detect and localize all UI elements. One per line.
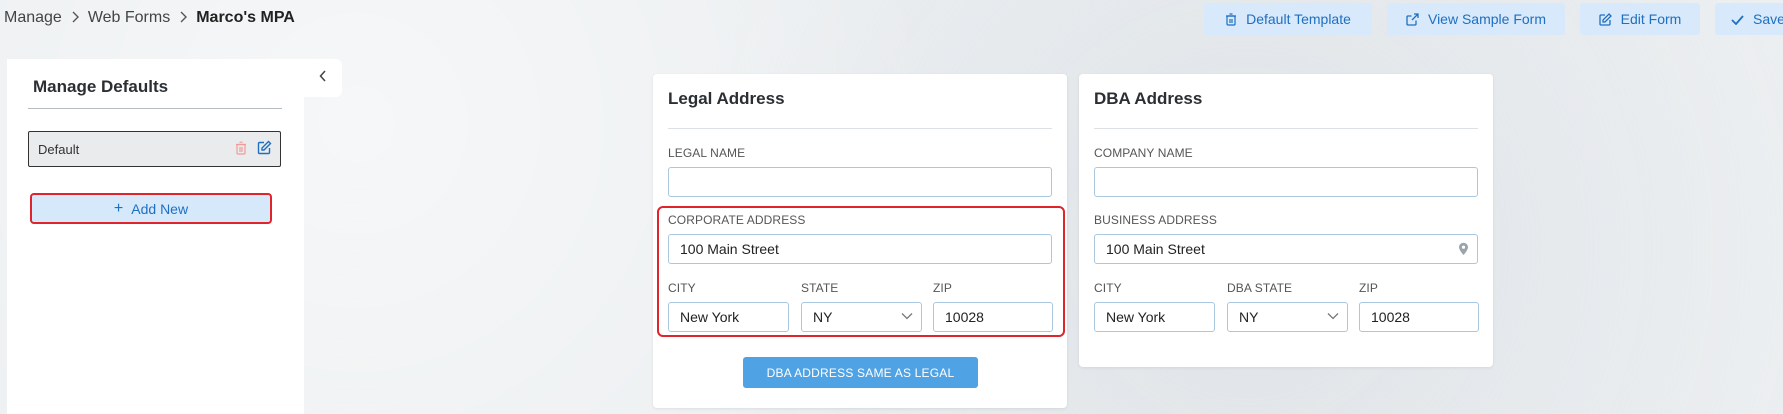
- legal-name-input[interactable]: [668, 167, 1052, 197]
- edit-icon: [1599, 12, 1612, 26]
- breadcrumb-current: Marco's MPA: [196, 9, 295, 26]
- chevron-right-icon: [71, 10, 79, 26]
- dba-city-label: CITY: [1094, 281, 1122, 295]
- card-divider: [668, 128, 1052, 129]
- default-template-label: Default Template: [1246, 11, 1351, 27]
- add-new-button[interactable]: + Add New: [30, 193, 272, 224]
- breadcrumb-item-web-forms[interactable]: Web Forms: [88, 9, 170, 27]
- dba-state-label: DBA STATE: [1227, 281, 1293, 295]
- top-toolbar: Default Template View Sample Form Edit F…: [1204, 3, 1783, 35]
- sidebar-item-default[interactable]: Default: [28, 131, 281, 167]
- edit-form-label: Edit Form: [1620, 11, 1682, 27]
- dba-zip-label: ZIP: [1359, 281, 1378, 295]
- save-button[interactable]: Save: [1715, 3, 1783, 35]
- business-address-input[interactable]: 100 Main Street: [1094, 234, 1478, 264]
- company-name-input[interactable]: [1094, 167, 1478, 197]
- zip-input[interactable]: 10028: [933, 302, 1053, 332]
- trash-icon: [1225, 12, 1237, 26]
- dba-state-select[interactable]: NY: [1227, 302, 1348, 332]
- sidebar-divider: [28, 108, 282, 109]
- trash-icon[interactable]: [235, 141, 247, 155]
- plus-icon: +: [113, 199, 124, 217]
- business-address-label: BUSINESS ADDRESS: [1094, 213, 1217, 227]
- breadcrumb-item-manage[interactable]: Manage: [4, 9, 62, 27]
- dba-state-value: NY: [1239, 309, 1259, 325]
- view-sample-form-label: View Sample Form: [1427, 11, 1546, 27]
- state-value: NY: [813, 309, 833, 325]
- city-input[interactable]: New York: [668, 302, 789, 332]
- chevron-down-icon: [901, 312, 913, 320]
- legal-name-label: LEGAL NAME: [668, 146, 746, 160]
- state-select[interactable]: NY: [801, 302, 922, 332]
- view-sample-form-button[interactable]: View Sample Form: [1387, 3, 1565, 35]
- dba-address-card: DBA Address COMPANY NAME BUSINESS ADDRES…: [1079, 74, 1493, 367]
- default-template-button[interactable]: Default Template: [1204, 3, 1372, 35]
- check-icon: [1731, 14, 1744, 25]
- manage-defaults-sidebar: Manage Defaults Default + Add New: [7, 59, 304, 414]
- company-name-label: COMPANY NAME: [1094, 146, 1193, 160]
- legal-address-title: Legal Address: [668, 89, 785, 108]
- sidebar-title: Manage Defaults: [33, 77, 169, 96]
- business-address-value: 100 Main Street: [1106, 241, 1205, 257]
- corporate-address-input[interactable]: 100 Main Street: [668, 234, 1052, 264]
- breadcrumb: Manage Web Forms Marco's MPA: [4, 9, 295, 27]
- collapse-sidebar-button[interactable]: [304, 59, 342, 97]
- external-link-icon: [1406, 12, 1419, 26]
- sidebar-item-label: Default: [38, 141, 80, 157]
- state-label: STATE: [801, 281, 839, 295]
- legal-address-card: Legal Address LEGAL NAME CORPORATE ADDRE…: [653, 74, 1067, 408]
- save-label: Save: [1753, 11, 1783, 27]
- chevron-left-icon: [319, 69, 327, 87]
- chevron-right-icon: [179, 10, 188, 26]
- dba-same-as-legal-button[interactable]: DBA ADDRESS SAME AS LEGAL: [743, 357, 978, 388]
- dba-zip-input[interactable]: 10028: [1359, 302, 1479, 332]
- zip-label: ZIP: [933, 281, 952, 295]
- card-divider: [1094, 128, 1478, 129]
- add-new-label: Add New: [131, 200, 189, 217]
- corporate-address-label: CORPORATE ADDRESS: [668, 213, 806, 227]
- edit-icon[interactable]: [257, 140, 272, 155]
- dba-address-title: DBA Address: [1094, 89, 1203, 108]
- dba-city-input[interactable]: New York: [1094, 302, 1215, 332]
- edit-form-button[interactable]: Edit Form: [1580, 3, 1700, 35]
- chevron-down-icon: [1327, 312, 1339, 320]
- city-label: CITY: [668, 281, 696, 295]
- map-pin-icon[interactable]: [1458, 242, 1469, 256]
